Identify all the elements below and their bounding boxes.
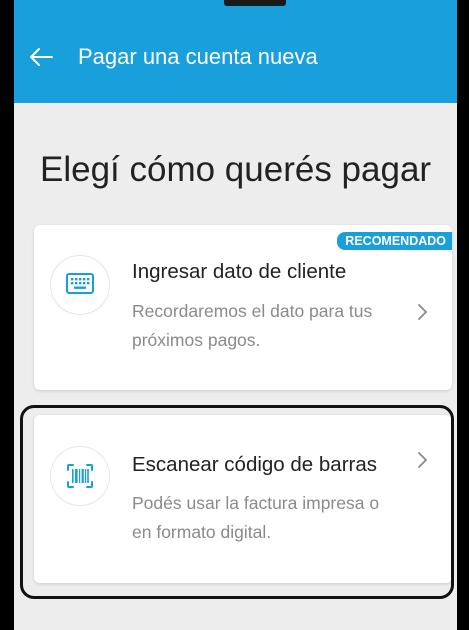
chevron-right-icon [416,303,428,321]
app-screen: Pagar una cuenta nueva Elegí cómo querés… [14,0,457,630]
camera-notch [224,0,286,6]
app-bar: Pagar una cuenta nueva [14,0,457,103]
option-title: Ingresar dato de cliente [132,260,347,283]
section-heading: Elegí cómo querés pagar [40,150,432,189]
arrow-left-icon[interactable] [28,44,54,70]
option-scan-barcode[interactable]: Escanear código de barras Podés usar la … [34,415,452,583]
option-title: Escanear código de barras [132,453,378,476]
option-enter-client-data[interactable]: RECOMENDADO Ingresar dato de cliente Rec… [34,225,452,390]
page-title: Pagar una cuenta nueva [78,44,318,69]
icon-container [50,255,110,315]
option-description: Recordaremos el dato para tus próximos p… [132,301,373,350]
icon-container [50,446,110,506]
option-description: Podés usar la factura impresa o en forma… [132,493,380,542]
chevron-right-icon [416,451,428,469]
recommended-badge: RECOMENDADO [337,232,452,250]
